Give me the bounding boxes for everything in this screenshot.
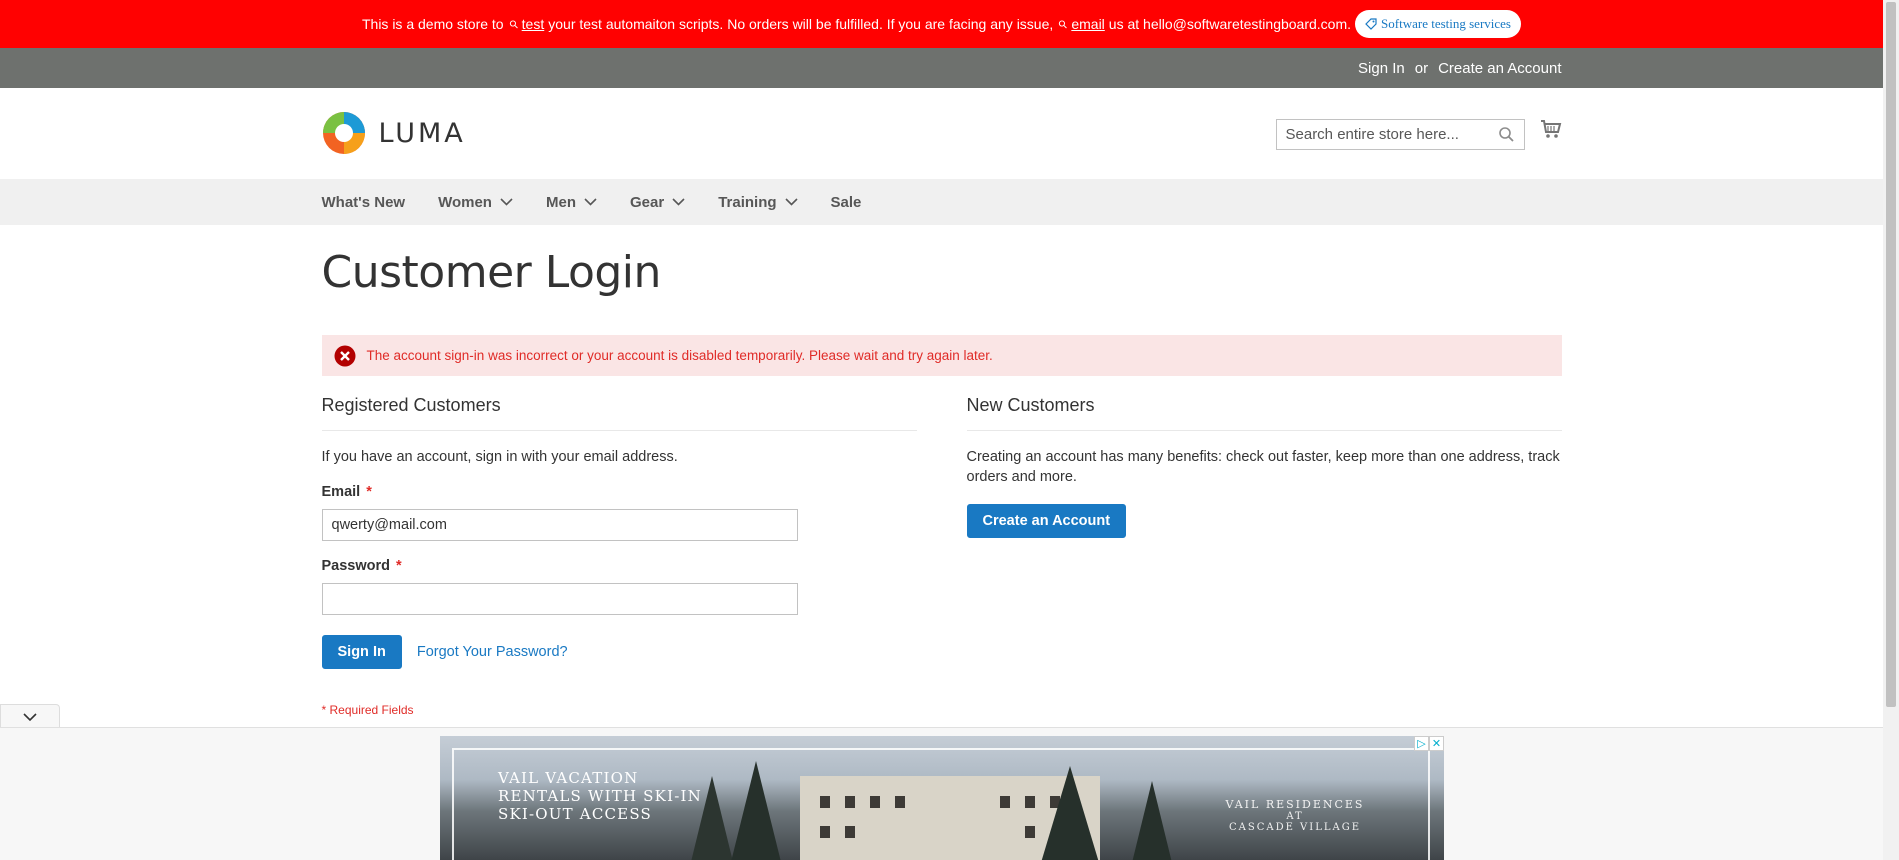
create-account-link[interactable]: Create an Account [1438,60,1561,77]
error-text: The account sign-in was incorrect or you… [366,348,993,363]
logo[interactable]: LUMA [322,110,466,156]
ad-choices-icon[interactable]: ▷ [1414,736,1429,751]
nav-item-label: Training [718,193,777,211]
ad-headline: VAIL VACATION RENTALS WITH SKI-IN SKI-OU… [498,769,702,823]
scrollbar[interactable] [1883,0,1899,860]
sign-in-link[interactable]: Sign In [1358,60,1405,77]
registered-customers-heading: Registered Customers [321,377,917,431]
new-customers-heading: New Customers [966,377,1562,431]
pill-label: Software testing services [1381,16,1511,31]
or-text: or [1414,59,1429,77]
nav-item-label: Men [545,193,576,211]
nav-item-label: What's New [321,193,406,211]
chevron-down-icon [500,198,513,206]
search-input[interactable]: Search entire store here... [1275,119,1525,150]
email-label: Email * [321,484,372,500]
page-title: Customer Login [321,247,662,298]
nav-item-men[interactable]: Men [546,194,597,211]
header-panel: Sign In or Create an Account [0,48,1883,88]
ad-banner[interactable]: VAIL VACATION RENTALS WITH SKI-IN SKI-OU… [440,736,1444,860]
nav-item-label: Gear [629,193,665,211]
forgot-password-link[interactable]: Forgot Your Password? [417,644,568,660]
email-value: qwerty@mail.com [331,517,447,533]
nav-item-women[interactable]: Women [438,194,513,211]
chevron-down-icon [672,198,685,206]
search-placeholder: Search entire store here... [1285,126,1459,143]
demo-text-3: us at hello@softwaretestingboard.com. [1108,16,1352,32]
demo-email-link[interactable]: email [1071,16,1104,32]
ad-collapse-toggle[interactable] [0,704,60,729]
nav-item-sale[interactable]: Sale [831,194,862,211]
demo-text-1: This is a demo store to [361,16,504,32]
close-icon[interactable]: ✕ [1429,736,1444,751]
luma-logo-icon [322,112,365,154]
registered-intro: If you have an account, sign in with you… [321,449,678,465]
create-account-button[interactable]: Create an Account [966,504,1127,538]
password-field[interactable] [321,583,798,615]
sign-in-button[interactable]: Sign In [321,635,402,669]
new-customers-intro: Creating an account has many benefits: c… [966,449,1560,485]
chevron-down-icon [784,198,798,206]
password-label: Password * [321,558,402,574]
tag-icon [1365,18,1377,30]
ad-banner-area: VAIL VACATION RENTALS WITH SKI-IN SKI-OU… [0,727,1883,860]
chevron-down-icon [584,198,597,206]
site-header: LUMA Search entire store here... [322,88,1562,179]
ad-brand: VAIL RESIDENCES AT CASCADE VILLAGE [1225,798,1365,833]
demo-test-link[interactable]: test [522,16,545,32]
required-fields-note: * Required Fields [321,703,414,717]
search-icon: ⚲ [1056,17,1071,32]
nav-item-gear[interactable]: Gear [630,194,685,211]
search-icon[interactable] [1498,126,1515,143]
new-customers-block: New Customers Creating an account has ma… [966,377,1562,538]
error-icon [334,345,355,366]
email-field[interactable]: qwerty@mail.com [321,509,798,541]
nav-item-label: Sale [830,193,862,211]
search-icon: ⚲ [506,17,522,32]
nav-item-label: Women [438,193,492,211]
error-message: The account sign-in was incorrect or you… [321,335,1562,376]
nav-item-what-s-new[interactable]: What's New [322,194,406,211]
page: This is a demo store to ⚲ test your test… [0,0,1883,860]
registered-customers-block: Registered Customers If you have an acco… [321,377,917,717]
main-navigation: What's New Women Men Gear Training Sale [0,179,1883,225]
nav-item-training[interactable]: Training [718,193,798,211]
software-testing-services-link[interactable]: Software testing services [1355,10,1521,38]
demo-notice-bar: This is a demo store to ⚲ test your test… [0,0,1883,48]
cart-icon[interactable] [1540,118,1562,140]
demo-text-2: your test automaiton scripts. No orders … [548,16,1054,32]
chevron-down-icon [23,712,37,721]
logo-text: LUMA [378,117,466,149]
